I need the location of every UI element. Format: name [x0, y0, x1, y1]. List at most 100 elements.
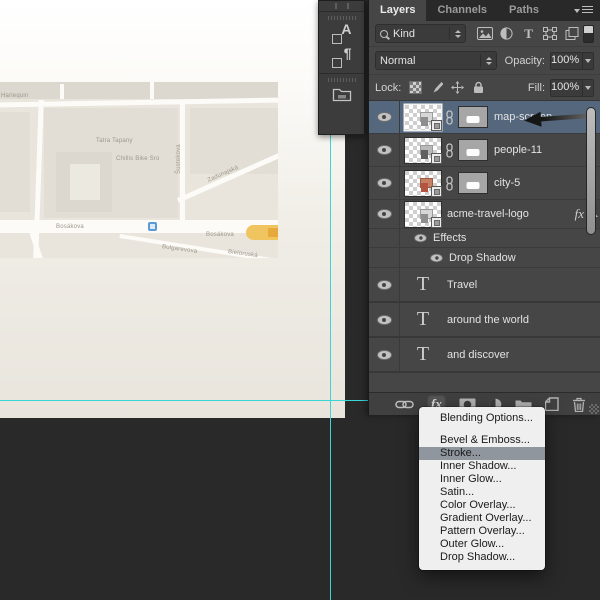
fill-value: 100% — [551, 80, 580, 93]
eye-icon — [377, 146, 391, 154]
filter-type-layers-icon[interactable]: T — [519, 25, 539, 43]
visibility-toggle[interactable] — [369, 303, 400, 336]
mask-link-icon[interactable] — [445, 175, 454, 191]
text-layer-thumbnail[interactable]: T — [405, 342, 441, 367]
filter-kind-select[interactable]: Kind — [375, 24, 467, 43]
menu-item-blending-options[interactable]: Blending Options... — [419, 412, 545, 425]
scrollbar-thumb[interactable] — [586, 107, 596, 235]
effect-row[interactable]: Drop Shadow — [369, 248, 600, 268]
eye-icon — [377, 350, 391, 359]
layers-panel: Layers Channels Paths Kind T Normal Opac… — [368, 0, 600, 415]
search-icon — [380, 29, 388, 38]
map-label: Harlequin — [1, 93, 29, 99]
visibility-toggle[interactable] — [369, 101, 400, 133]
opacity-dropdown-icon[interactable] — [582, 52, 593, 69]
layer-thumbnail[interactable] — [405, 137, 442, 164]
mask-thumbnail[interactable] — [458, 139, 488, 161]
panel-tab-bar: Layers Channels Paths — [369, 0, 600, 21]
dock-grip[interactable] — [334, 3, 349, 9]
visibility-toggle[interactable] — [369, 248, 400, 267]
eye-icon[interactable] — [430, 254, 443, 261]
visibility-toggle[interactable] — [369, 229, 400, 247]
dock-grip[interactable] — [327, 78, 356, 82]
panel-icon-dock: A ¶ — [318, 0, 365, 135]
visibility-toggle[interactable] — [369, 134, 400, 166]
menu-item-drop-shadow[interactable]: Drop Shadow... — [419, 551, 545, 564]
map-label: Bieloruská — [227, 249, 259, 258]
filter-kind-value: Kind — [393, 27, 416, 40]
delete-layer-icon[interactable] — [572, 395, 586, 413]
effects-group-row[interactable]: Effects — [369, 229, 600, 248]
layer-row[interactable]: T Travel — [369, 268, 600, 303]
character-styles-panel-icon[interactable]: A — [331, 22, 353, 44]
lock-transparency-icon[interactable] — [406, 80, 425, 96]
panel-resize-grip[interactable] — [589, 404, 599, 414]
layer-name: people-11 — [494, 144, 543, 156]
horizontal-guide[interactable] — [0, 400, 368, 401]
layer-row[interactable]: Tand discover — [369, 338, 600, 373]
layer-filter-row: Kind T — [369, 21, 600, 47]
layer-filtering-toggle[interactable] — [583, 24, 595, 43]
select-stepper-icon — [479, 54, 492, 67]
layer-row[interactable]: people-11 — [369, 134, 600, 167]
filter-shape-layers-icon[interactable] — [541, 25, 561, 43]
visibility-toggle[interactable] — [369, 167, 400, 199]
map-street — [60, 84, 64, 99]
mask-link-icon[interactable] — [445, 109, 454, 125]
fill-dropdown-icon[interactable] — [582, 79, 593, 96]
layer-name: Travel — [447, 278, 478, 291]
fill-label: Fill: — [527, 81, 545, 94]
layer-row[interactable]: city-5 — [369, 167, 600, 200]
panel-menu-button[interactable] — [567, 0, 600, 21]
visibility-toggle[interactable] — [369, 268, 400, 301]
tab-channels[interactable]: Channels — [426, 0, 498, 21]
menu-item-outer-glow[interactable]: Outer Glow... — [419, 538, 545, 551]
layer-thumbnail[interactable] — [405, 201, 442, 228]
filter-adjustment-layers-icon[interactable] — [497, 25, 517, 43]
map-block — [0, 82, 278, 99]
visibility-toggle[interactable] — [369, 338, 400, 371]
layer-list: map-screen people-11 city-5 acme-travel-log… — [369, 101, 600, 392]
link-layers-icon[interactable] — [395, 395, 414, 413]
menu-item-pattern-overlay[interactable]: Pattern Overlay... — [419, 525, 545, 538]
menu-item-stroke[interactable]: Stroke... — [419, 447, 545, 460]
text-layer-thumbnail[interactable]: T — [405, 272, 441, 297]
layer-comps-panel-icon[interactable] — [332, 87, 352, 107]
panel-menu-lines-icon — [582, 6, 593, 15]
map-block — [0, 112, 30, 212]
menu-item-gradient-overlay[interactable]: Gradient Overlay... — [419, 512, 545, 525]
menu-item-bevel-emboss[interactable]: Bevel & Emboss... — [419, 434, 545, 447]
paragraph-styles-panel-icon[interactable]: ¶ — [331, 46, 353, 68]
dock-grip[interactable] — [327, 16, 356, 20]
layer-thumbnail[interactable] — [405, 170, 442, 197]
menu-item-inner-glow[interactable]: Inner Glow... — [419, 473, 545, 486]
lock-position-icon[interactable] — [448, 80, 467, 96]
menu-item-color-overlay[interactable]: Color Overlay... — [419, 499, 545, 512]
map-label: Bosákova — [56, 224, 84, 230]
filter-pixel-layers-icon[interactable] — [475, 25, 495, 43]
mask-link-icon[interactable] — [445, 142, 454, 158]
map-courtyard — [70, 164, 100, 200]
blend-mode-value: Normal — [380, 54, 416, 67]
select-stepper-icon — [449, 27, 462, 40]
layer-thumbnail[interactable] — [405, 104, 442, 131]
visibility-toggle[interactable] — [369, 200, 400, 228]
new-layer-icon[interactable] — [544, 395, 559, 413]
paragraph-styles-box — [331, 58, 342, 68]
lock-pixels-icon[interactable] — [427, 80, 446, 96]
mask-thumbnail[interactable] — [458, 106, 488, 128]
filter-smart-objects-icon[interactable] — [562, 25, 582, 43]
mask-thumbnail[interactable] — [458, 172, 488, 194]
menu-item-satin[interactable]: Satin... — [419, 486, 545, 499]
opacity-combo[interactable]: 100% — [550, 51, 594, 70]
menu-item-inner-shadow[interactable]: Inner Shadow... — [419, 460, 545, 473]
blend-mode-select[interactable]: Normal — [375, 51, 497, 70]
fill-combo[interactable]: 100% — [550, 78, 594, 97]
tab-layers[interactable]: Layers — [369, 0, 427, 21]
tab-paths[interactable]: Paths — [498, 0, 550, 21]
layer-row[interactable]: Taround the world — [369, 303, 600, 338]
lock-all-icon[interactable] — [469, 80, 488, 96]
layer-row[interactable]: acme-travel-logo fx — [369, 200, 600, 229]
text-layer-thumbnail[interactable]: T — [405, 307, 441, 332]
eye-icon[interactable] — [414, 234, 427, 242]
